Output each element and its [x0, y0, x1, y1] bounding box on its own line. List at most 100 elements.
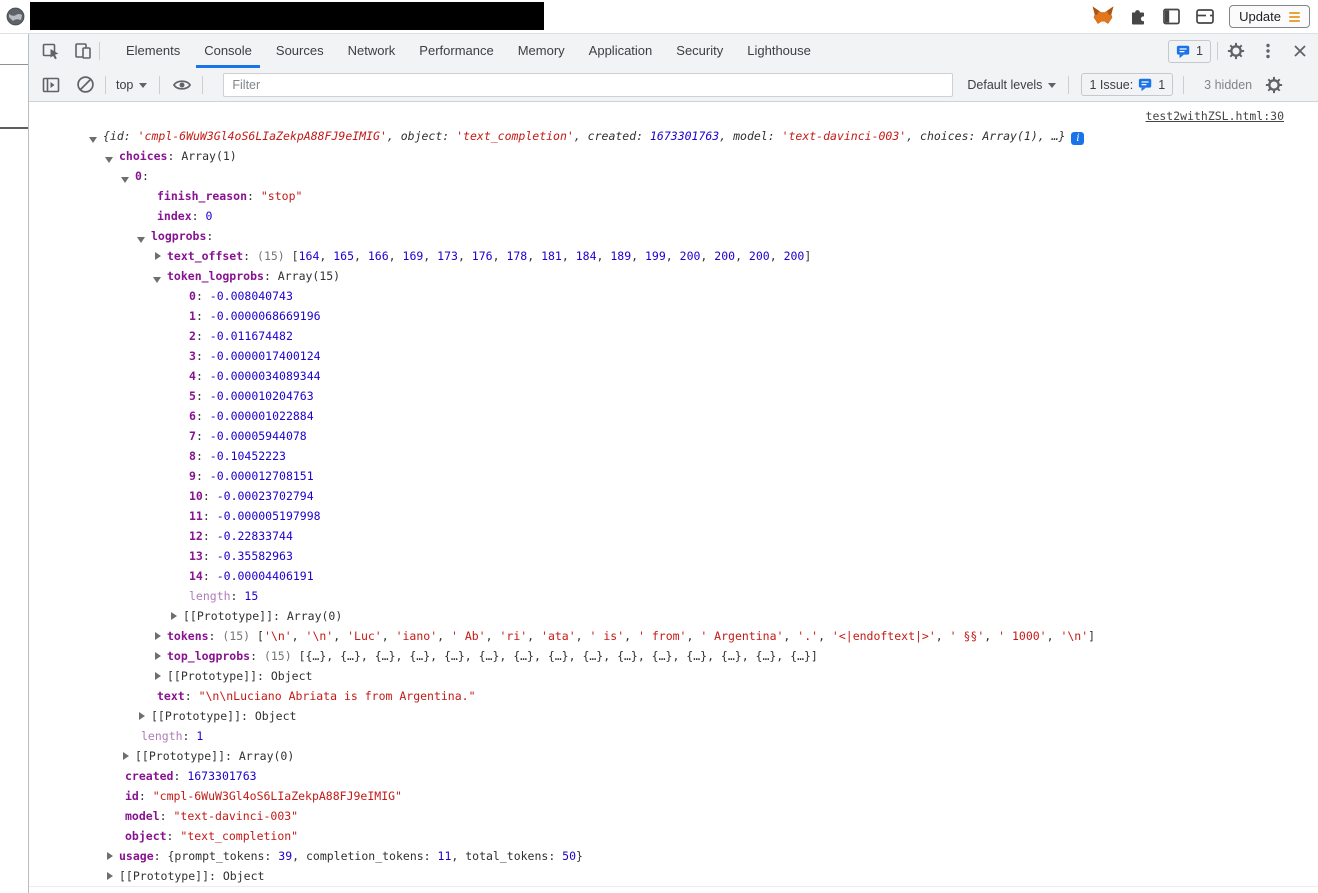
console-tree-row: length: 15 — [189, 589, 259, 603]
console-tree-row: 11: -0.000005197998 — [189, 509, 321, 523]
tab-application[interactable]: Application — [579, 34, 663, 68]
property-name: 9 — [189, 469, 196, 483]
property-name: 2 — [189, 329, 196, 343]
property-name: 0 — [135, 169, 142, 183]
console-tree-row: 0: -0.008040743 — [189, 289, 293, 303]
console-tree-row: 10: -0.00023702794 — [189, 489, 314, 503]
property-name: [[Prototype]] — [167, 669, 258, 683]
metamask-icon[interactable] — [1092, 6, 1114, 27]
console-tree-row[interactable]: [[Prototype]]: Array(0) — [29, 746, 1318, 766]
devtools-tabs: Elements Console Sources Network Performance… — [114, 34, 823, 68]
chrome-menu-icon[interactable] — [1289, 10, 1300, 24]
console-tree-row: id: "cmpl-6WuW3Gl4oS6LIaZekpA88FJ9eIMIG" — [125, 789, 402, 803]
console-tree-row: 7: -0.00005944078 — [189, 429, 307, 443]
console-tree-row[interactable]: text_offset: (15) [164, 165, 166, 169, 1… — [29, 246, 1318, 266]
tab-sources[interactable]: Sources — [266, 34, 334, 68]
property-name: [[Prototype]] — [183, 609, 274, 623]
console-filter-input[interactable] — [223, 72, 954, 97]
property-name: choices — [119, 149, 168, 163]
property-name: object — [125, 829, 167, 843]
property-name: length — [189, 589, 231, 603]
console-messages-area: test2withZSL.html:30 {id: 'cmpl-6WuW3Gl4… — [29, 102, 1318, 893]
console-tree-row[interactable]: 0: — [29, 166, 1318, 186]
issues-counter-button[interactable]: 1 Issue: 1 — [1081, 73, 1174, 96]
update-button[interactable]: Update — [1229, 5, 1310, 28]
console-tree-row[interactable]: choices: Array(1) — [29, 146, 1318, 166]
info-icon[interactable]: i — [1071, 132, 1085, 145]
console-tree-row: model: "text-davinci-003" — [125, 809, 299, 823]
tab-memory[interactable]: Memory — [508, 34, 575, 68]
console-tree-row[interactable]: tokens: (15) ['\n', '\n', 'Luc', 'iano',… — [29, 626, 1318, 646]
console-tree-row: 6: -0.000001022884 — [189, 409, 314, 423]
tab-network[interactable]: Network — [338, 34, 406, 68]
console-tree-row[interactable]: [[Prototype]]: Object — [29, 706, 1318, 726]
extensions-puzzle-icon[interactable] — [1128, 7, 1148, 27]
tab-lighthouse[interactable]: Lighthouse — [737, 34, 821, 68]
property-name: 1 — [189, 309, 196, 323]
page-content-strip — [0, 34, 29, 893]
tab-console[interactable]: Console — [194, 34, 262, 68]
message-bubble-icon — [1176, 45, 1190, 58]
console-tree-row: text: "\n\nLuciano Abriata is from Argen… — [157, 689, 476, 703]
property-name: usage — [119, 849, 154, 863]
property-name: token_logprobs — [167, 269, 264, 283]
wallet-icon[interactable] — [1195, 7, 1215, 26]
inspect-element-icon[interactable] — [41, 41, 61, 61]
clear-console-icon[interactable] — [75, 75, 95, 95]
tab-security[interactable]: Security — [666, 34, 733, 68]
devtools-settings-gear-icon[interactable] — [1226, 41, 1246, 61]
object-preview-row[interactable]: {id: 'cmpl-6WuW3Gl4oS6LIaZekpA88FJ9eIMIG… — [29, 126, 1318, 146]
console-tree-row: 3: -0.0000017400124 — [189, 349, 321, 363]
console-messages-badge[interactable]: 1 — [1168, 39, 1211, 63]
console-settings-gear-icon[interactable] — [1264, 75, 1284, 95]
messages-count: 1 — [1196, 44, 1203, 58]
property-name: text — [157, 689, 185, 703]
update-button-label: Update — [1239, 9, 1281, 24]
property-name: 8 — [189, 449, 196, 463]
property-name: model — [125, 809, 160, 823]
chevron-down-icon — [139, 82, 148, 88]
console-tree-row: created: 1673301763 — [125, 769, 257, 783]
console-tree-row: 2: -0.011674482 — [189, 329, 293, 343]
close-devtools-icon[interactable] — [1290, 41, 1310, 61]
execution-context-selector[interactable]: top — [116, 78, 148, 92]
property-name: 12 — [189, 529, 203, 543]
property-name: 14 — [189, 569, 203, 583]
browser-top-bar: Update — [0, 0, 1318, 34]
tab-performance[interactable]: Performance — [409, 34, 503, 68]
console-tree-row[interactable]: [[Prototype]]: Array(0) — [29, 606, 1318, 626]
browser-window: Update Elements Console Sources Network … — [0, 0, 1318, 893]
console-tree-row[interactable]: [[Prototype]]: Object — [29, 866, 1318, 886]
console-tree-row: 1: -0.0000068669196 — [189, 309, 321, 323]
console-tree-row[interactable]: usage: {prompt_tokens: 39, completion_to… — [29, 846, 1318, 866]
show-console-sidebar-icon[interactable] — [41, 75, 61, 95]
property-name: tokens — [167, 629, 209, 643]
source-location-link[interactable]: test2withZSL.html:30 — [1146, 109, 1284, 123]
page-divider-line — [0, 127, 28, 129]
console-tree-row[interactable]: logprobs: — [29, 226, 1318, 246]
issues-label: 1 Issue: — [1089, 77, 1134, 92]
property-name: top_logprobs — [167, 649, 251, 663]
console-tree-row: 4: -0.0000034089344 — [189, 369, 321, 383]
device-toolbar-icon[interactable] — [73, 41, 93, 61]
console-tree-row[interactable]: token_logprobs: Array(15) — [29, 266, 1318, 286]
property-name: finish_reason — [157, 189, 248, 203]
tab-elements[interactable]: Elements — [116, 34, 190, 68]
console-toolbar: top Default levels 1 Issue: — [29, 68, 1318, 102]
redacted-tab-title — [30, 2, 544, 30]
console-tree-row: finish_reason: "stop" — [157, 189, 303, 203]
console-log-entry: test2withZSL.html:30 {id: 'cmpl-6WuW3Gl4… — [29, 102, 1318, 887]
property-name: 13 — [189, 549, 203, 563]
more-options-kebab-icon[interactable] — [1258, 41, 1278, 61]
console-tree-row: 13: -0.35582963 — [189, 549, 293, 563]
console-tree-row: 9: -0.000012708151 — [189, 469, 314, 483]
side-panel-icon[interactable] — [1162, 7, 1181, 26]
hidden-messages-label[interactable]: 3 hidden — [1204, 78, 1252, 92]
property-name: text_offset — [167, 249, 244, 263]
console-tree-row: 14: -0.00004406191 — [189, 569, 314, 583]
log-levels-dropdown[interactable]: Default levels — [967, 78, 1057, 92]
page-divider-line — [0, 64, 28, 65]
console-tree-row[interactable]: top_logprobs: (15) [{…}, {…}, {…}, {…}, … — [29, 646, 1318, 666]
console-tree-row[interactable]: [[Prototype]]: Object — [29, 666, 1318, 686]
live-expression-eye-icon[interactable] — [172, 75, 192, 95]
